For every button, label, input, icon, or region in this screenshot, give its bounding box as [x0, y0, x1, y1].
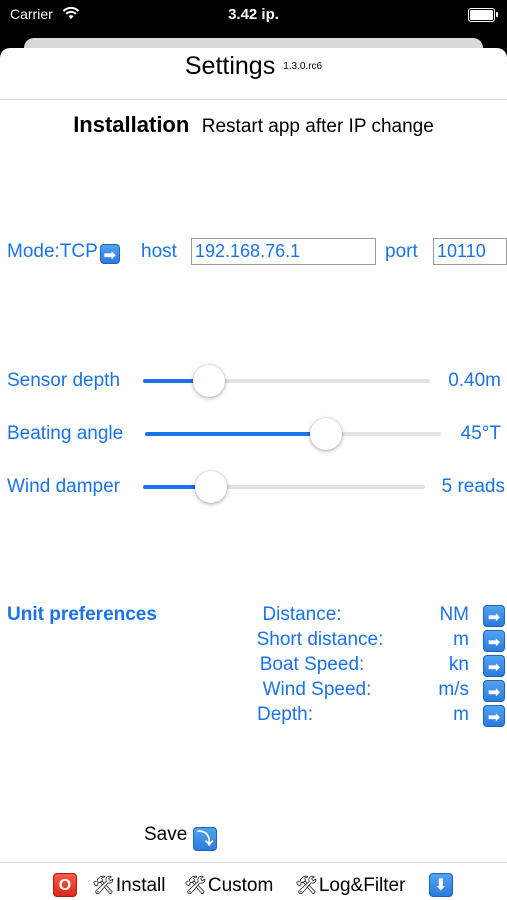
- port-input[interactable]: 10110: [433, 238, 507, 265]
- save-button[interactable]: Save ⤵: [144, 824, 218, 851]
- sensor-depth-label: Sensor depth: [7, 370, 121, 391]
- bottom-toolbar: O 🛠Install 🛠Custom 🛠Log&Filter ⬇: [0, 873, 507, 899]
- slider-fill: [145, 432, 326, 436]
- download-icon: ⬇: [429, 873, 453, 897]
- custom-button[interactable]: 🛠Custom: [184, 875, 273, 897]
- connection-row: Mode:TCP ➡ host 192.168.76.1 port 10110: [7, 238, 507, 268]
- port-label: port: [385, 241, 418, 262]
- log-filter-button[interactable]: 🛠Log&Filter: [295, 875, 405, 897]
- installation-header: Installation Restart app after IP change: [0, 112, 507, 138]
- arrow-right-icon[interactable]: ➡: [483, 630, 505, 652]
- slider-thumb[interactable]: [193, 365, 225, 397]
- unit-row-wind-speed[interactable]: Wind Speed: m/s ➡: [0, 679, 507, 704]
- unit-label: Boat Speed:: [259, 654, 365, 675]
- unit-value: NM: [439, 604, 469, 625]
- download-button[interactable]: ⬇: [429, 873, 453, 897]
- slider-thumb[interactable]: [194, 471, 227, 503]
- arrow-right-icon[interactable]: ➡: [483, 655, 505, 677]
- toolbar-divider: [0, 862, 507, 863]
- custom-label: Custom: [207, 875, 274, 896]
- unit-row-short-distance[interactable]: Short distance: m ➡: [0, 629, 507, 654]
- version-label: 1.3.0.rc6: [283, 61, 323, 72]
- save-arrow-icon: ⤵: [193, 827, 218, 851]
- beating-angle-label: Beating angle: [7, 423, 124, 444]
- unit-value: m: [453, 704, 469, 725]
- stop-icon: O: [53, 873, 77, 897]
- log-filter-label: Log&Filter: [318, 875, 406, 896]
- unit-label: Depth:: [257, 704, 313, 725]
- install-button[interactable]: 🛠Install: [92, 875, 166, 897]
- clock: 3.42 ip.: [228, 6, 279, 23]
- host-input[interactable]: 192.168.76.1: [191, 238, 376, 265]
- unit-row-depth[interactable]: Depth: m ➡: [0, 704, 507, 729]
- beating-angle-value: 45°T: [460, 423, 501, 444]
- mode-button[interactable]: Mode:TCP ➡: [7, 241, 120, 264]
- unit-row-distance[interactable]: Distance: NM ➡: [0, 604, 507, 629]
- tools-icon: 🛠: [295, 875, 318, 896]
- installation-note: Restart app after IP change: [201, 116, 434, 137]
- wind-damper-value: 5 reads: [441, 476, 505, 497]
- arrow-right-icon: ➡: [99, 244, 120, 264]
- beating-angle-slider[interactable]: [145, 418, 441, 450]
- nav-bar: Settings 1.3.0.rc6: [0, 52, 507, 88]
- unit-value: m: [453, 629, 469, 650]
- tools-icon: 🛠: [184, 875, 207, 896]
- slider-thumb[interactable]: [309, 418, 342, 450]
- tools-icon: 🛠: [92, 875, 115, 896]
- unit-row-boat-speed[interactable]: Boat Speed: kn ➡: [0, 654, 507, 679]
- arrow-right-icon[interactable]: ➡: [483, 605, 505, 627]
- page-title: Settings: [184, 52, 276, 80]
- arrow-right-icon[interactable]: ➡: [483, 680, 505, 702]
- settings-sheet: Settings 1.3.0.rc6 Installation Restart a…: [0, 48, 507, 900]
- unit-label: Distance:: [262, 604, 342, 625]
- nav-divider: [0, 99, 507, 100]
- arrow-right-icon[interactable]: ➡: [483, 705, 505, 727]
- host-label: host: [141, 241, 177, 262]
- wind-damper-slider[interactable]: [143, 471, 425, 503]
- unit-value: kn: [448, 654, 469, 675]
- sensor-depth-slider[interactable]: [143, 365, 430, 397]
- stop-button[interactable]: O: [53, 873, 77, 897]
- save-label: Save: [144, 824, 188, 845]
- install-label: Install: [115, 875, 166, 896]
- sensor-depth-value: 0.40m: [448, 370, 501, 391]
- unit-label: Short distance:: [256, 629, 384, 650]
- wind-damper-label: Wind damper: [7, 476, 120, 497]
- unit-label: Wind Speed:: [262, 679, 372, 700]
- battery-icon: [468, 8, 498, 22]
- installation-heading: Installation: [73, 112, 190, 137]
- unit-value: m/s: [438, 679, 469, 700]
- status-bar: Carrier 3.42 ip.: [0, 0, 507, 34]
- mode-label: Mode:TCP: [7, 241, 98, 262]
